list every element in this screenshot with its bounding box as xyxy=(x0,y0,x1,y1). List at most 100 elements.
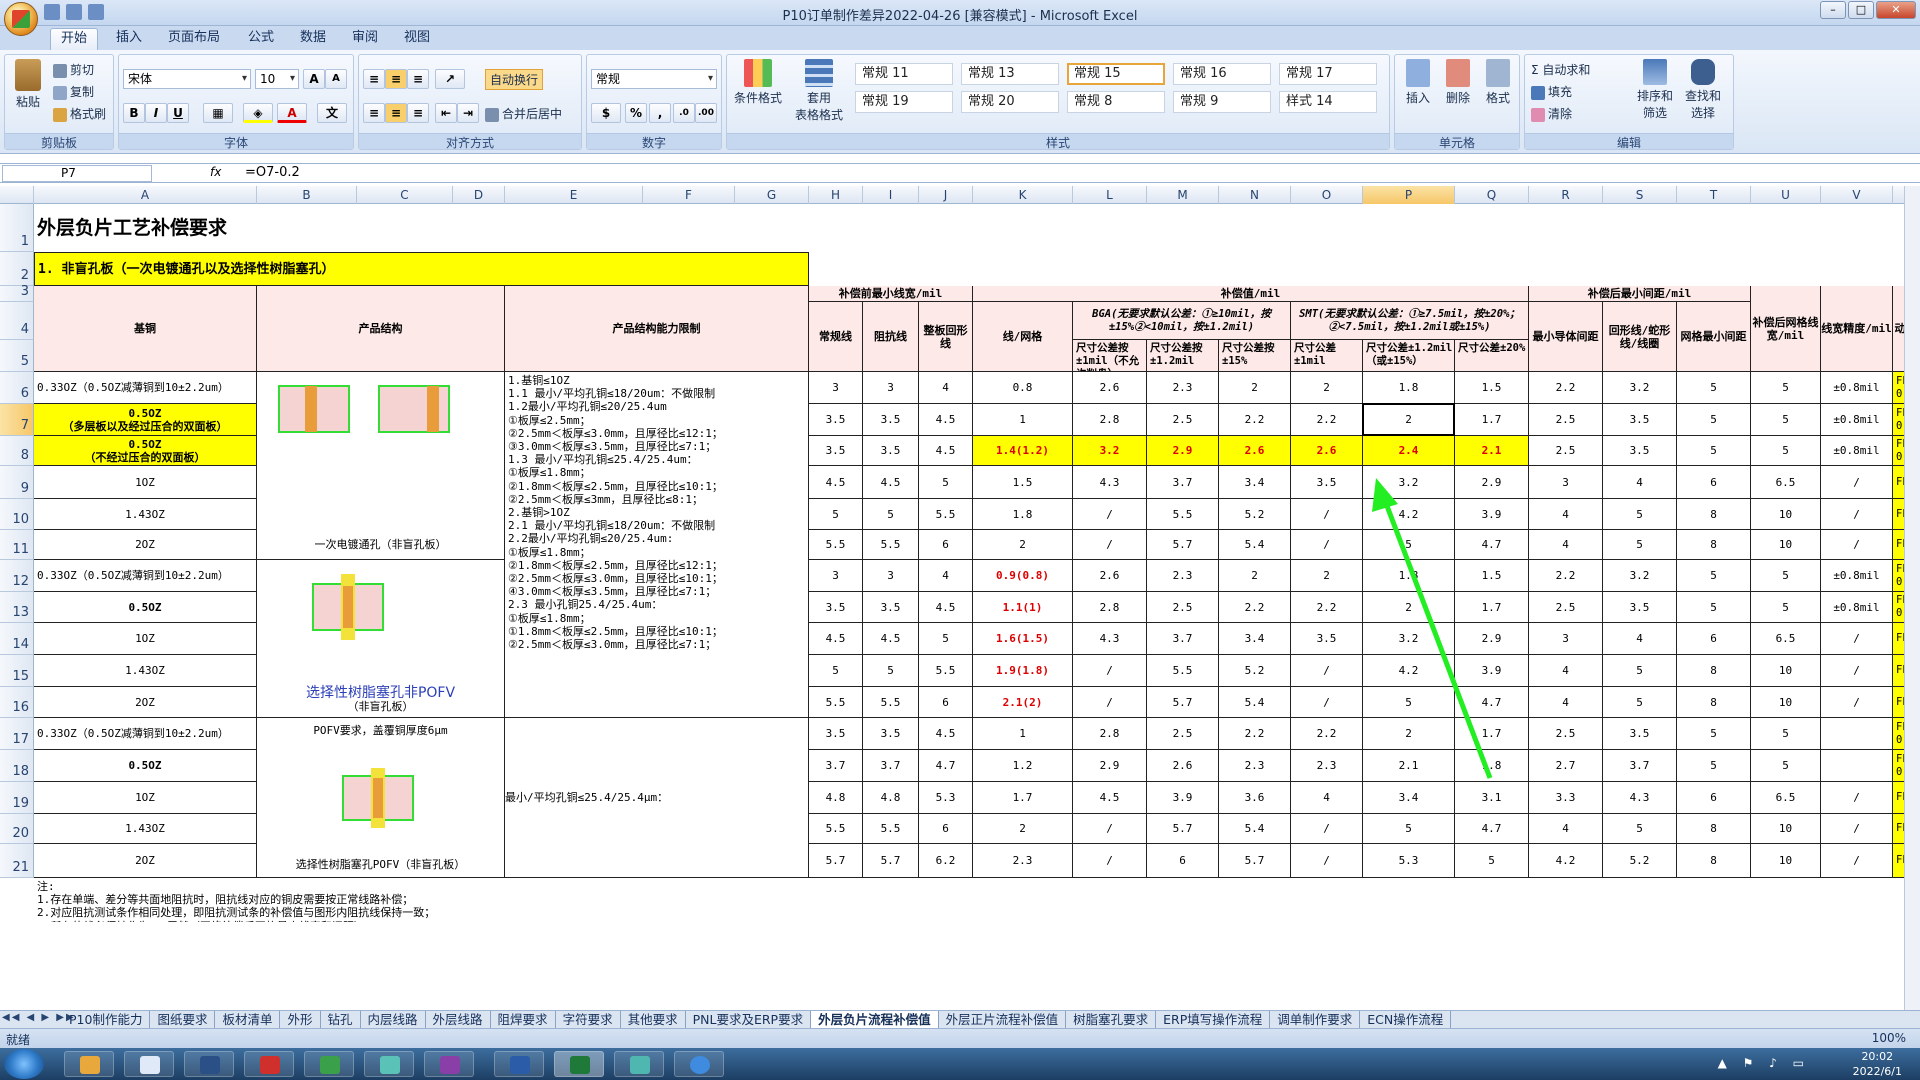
data-cell[interactable]: FP_2OZ(10) xyxy=(1893,844,1904,878)
data-cell[interactable]: 3.2 xyxy=(1363,466,1455,499)
data-cell[interactable]: ±0.8mil xyxy=(1821,560,1893,592)
tab-data[interactable]: 数据 xyxy=(290,28,336,50)
taskbar-shell-app[interactable] xyxy=(64,1051,114,1077)
paste-button[interactable]: 粘贴 xyxy=(13,59,43,110)
sheet-title[interactable]: 外层负片工艺补偿要求 xyxy=(34,204,735,252)
data-cell[interactable]: 3.5 xyxy=(863,592,919,623)
vertical-scrollbar[interactable] xyxy=(1904,186,1920,1010)
data-cell[interactable]: 5 xyxy=(1603,530,1677,560)
data-cell[interactable]: 5.5 xyxy=(1147,655,1219,687)
data-cell[interactable]: 3.5 xyxy=(809,404,863,436)
data-cell[interactable]: 5.7 xyxy=(1147,530,1219,560)
row-header[interactable]: 7 xyxy=(0,404,34,436)
base-copper-cell[interactable]: 1.43OZ xyxy=(34,499,257,530)
data-cell[interactable]: 5 xyxy=(1677,750,1751,782)
base-copper-cell[interactable]: 2OZ xyxy=(34,530,257,560)
data-cell[interactable]: 3.5 xyxy=(1603,592,1677,623)
data-cell[interactable]: 3.2 xyxy=(1603,372,1677,404)
close-button[interactable]: ✕ xyxy=(1876,1,1916,19)
base-copper-cell[interactable]: 1.43OZ xyxy=(34,655,257,687)
data-cell[interactable]: 8 xyxy=(1677,687,1751,718)
data-cell[interactable]: 6 xyxy=(919,814,973,844)
data-cell[interactable]: / xyxy=(1821,814,1893,844)
base-copper-cell[interactable]: 0.33OZ（0.5OZ减薄铜到10±2.2um） xyxy=(34,560,257,592)
data-cell[interactable]: 1.1(1) xyxy=(973,592,1073,623)
fill-button[interactable]: 填充 xyxy=(1531,83,1572,100)
data-cell[interactable] xyxy=(1821,750,1893,782)
row-header[interactable]: 18 xyxy=(0,750,34,782)
sheet-tab[interactable]: 钻孔 xyxy=(321,1011,361,1028)
section-header[interactable]: 1. 非盲孔板（一次电镀通孔以及选择性树脂塞孔） xyxy=(34,252,809,286)
orientation-button[interactable]: ↗ xyxy=(435,69,465,89)
data-cell[interactable]: 5 xyxy=(863,655,919,687)
row-header[interactable]: 16 xyxy=(0,687,34,718)
data-cell[interactable]: 5 xyxy=(1751,750,1821,782)
cut-button[interactable]: 剪切 xyxy=(53,61,94,78)
row-header[interactable]: 15 xyxy=(0,655,34,687)
data-cell[interactable]: 5 xyxy=(1603,687,1677,718)
sheet-tab[interactable]: 外层线路 xyxy=(426,1011,491,1028)
taskbar-viewer[interactable] xyxy=(614,1051,664,1077)
find-select-button[interactable]: 查找和 选择 xyxy=(1681,59,1725,121)
data-cell[interactable]: 5.7 xyxy=(809,844,863,878)
data-cell[interactable]: 2.2 xyxy=(1291,718,1363,750)
column-header[interactable]: O xyxy=(1291,186,1363,204)
data-cell[interactable]: 3.6 xyxy=(1219,782,1291,814)
data-cell[interactable]: 5.5 xyxy=(919,499,973,530)
data-cell[interactable]: 5 xyxy=(1363,530,1455,560)
data-cell[interactable]: 1.5 xyxy=(1455,372,1529,404)
data-cell[interactable]: 4 xyxy=(1529,499,1603,530)
base-copper-cell[interactable]: 1OZ xyxy=(34,623,257,655)
cell-style-item[interactable]: 常规 15 xyxy=(1067,63,1165,85)
data-cell[interactable]: 2.2 xyxy=(1219,718,1291,750)
data-cell[interactable]: 3.5 xyxy=(863,436,919,466)
data-cell[interactable]: 5 xyxy=(1603,499,1677,530)
data-cell[interactable]: FP_05OZ(P10) xyxy=(1893,560,1904,592)
data-cell[interactable]: 3.2 xyxy=(1603,560,1677,592)
column-header[interactable]: F xyxy=(643,186,735,204)
row-header[interactable]: 10 xyxy=(0,499,34,530)
data-cell[interactable]: FP_05OZ(P10) xyxy=(1893,404,1904,436)
data-cell[interactable]: 5 xyxy=(1603,814,1677,844)
data-cell[interactable]: 3.5 xyxy=(1291,623,1363,655)
align-top-button[interactable]: ≡ xyxy=(363,69,385,89)
data-cell[interactable]: 2.5 xyxy=(1147,592,1219,623)
data-cell[interactable]: 2.6 xyxy=(1073,372,1147,404)
taskbar-messenger[interactable] xyxy=(674,1051,724,1077)
sheet-tab[interactable]: 内层线路 xyxy=(361,1011,426,1028)
data-cell[interactable]: / xyxy=(1073,499,1147,530)
data-cell[interactable]: 2.6 xyxy=(1291,436,1363,466)
data-cell[interactable]: / xyxy=(1073,844,1147,878)
data-cell[interactable]: 3.3 xyxy=(1529,782,1603,814)
row-header[interactable]: 19 xyxy=(0,782,34,814)
row-header[interactable]: 21 xyxy=(0,844,34,878)
column-header[interactable]: W xyxy=(1893,186,1904,204)
data-cell[interactable]: 5.5 xyxy=(863,687,919,718)
data-cell[interactable]: ±0.8mil xyxy=(1821,404,1893,436)
data-cell[interactable]: 5 xyxy=(809,499,863,530)
data-cell[interactable]: 5 xyxy=(1455,844,1529,878)
subheader[interactable]: 尺寸公差按±1.2mil xyxy=(1147,340,1219,372)
data-cell[interactable]: 1.7 xyxy=(1455,404,1529,436)
data-cell[interactable]: 3.2 xyxy=(1363,623,1455,655)
column-header[interactable]: G xyxy=(735,186,809,204)
data-cell[interactable]: 4 xyxy=(1529,655,1603,687)
data-cell[interactable]: 5.5 xyxy=(863,530,919,560)
structure-block-3[interactable]: POFV要求，盖覆铜厚度6μm 选择性树脂塞孔POFV（非盲孔板） xyxy=(257,718,505,878)
data-cell[interactable]: 2.1 xyxy=(1363,750,1455,782)
sheet-tab[interactable]: 外层负片流程补偿值 xyxy=(811,1011,939,1028)
data-cell[interactable]: 2.5 xyxy=(1529,404,1603,436)
tab-home[interactable]: 开始 xyxy=(50,28,99,50)
data-cell[interactable]: 2.5 xyxy=(1147,718,1219,750)
data-cell[interactable]: 5 xyxy=(863,499,919,530)
sort-filter-button[interactable]: 排序和 筛选 xyxy=(1633,59,1677,121)
clear-button[interactable]: 清除 xyxy=(1531,105,1572,122)
data-cell[interactable]: 5.7 xyxy=(863,844,919,878)
header-post-grid-width[interactable]: 补偿后网格线宽/mil xyxy=(1751,286,1821,372)
header-smt[interactable]: SMT(无要求默认公差：①≥7.5mil，按±20%；②<7.5mil，按±1.… xyxy=(1291,302,1529,340)
data-cell[interactable]: 5 xyxy=(1751,718,1821,750)
data-cell[interactable]: 10 xyxy=(1751,530,1821,560)
row-header[interactable]: 17 xyxy=(0,718,34,750)
column-header[interactable]: V xyxy=(1821,186,1893,204)
data-cell[interactable]: 6.5 xyxy=(1751,466,1821,499)
